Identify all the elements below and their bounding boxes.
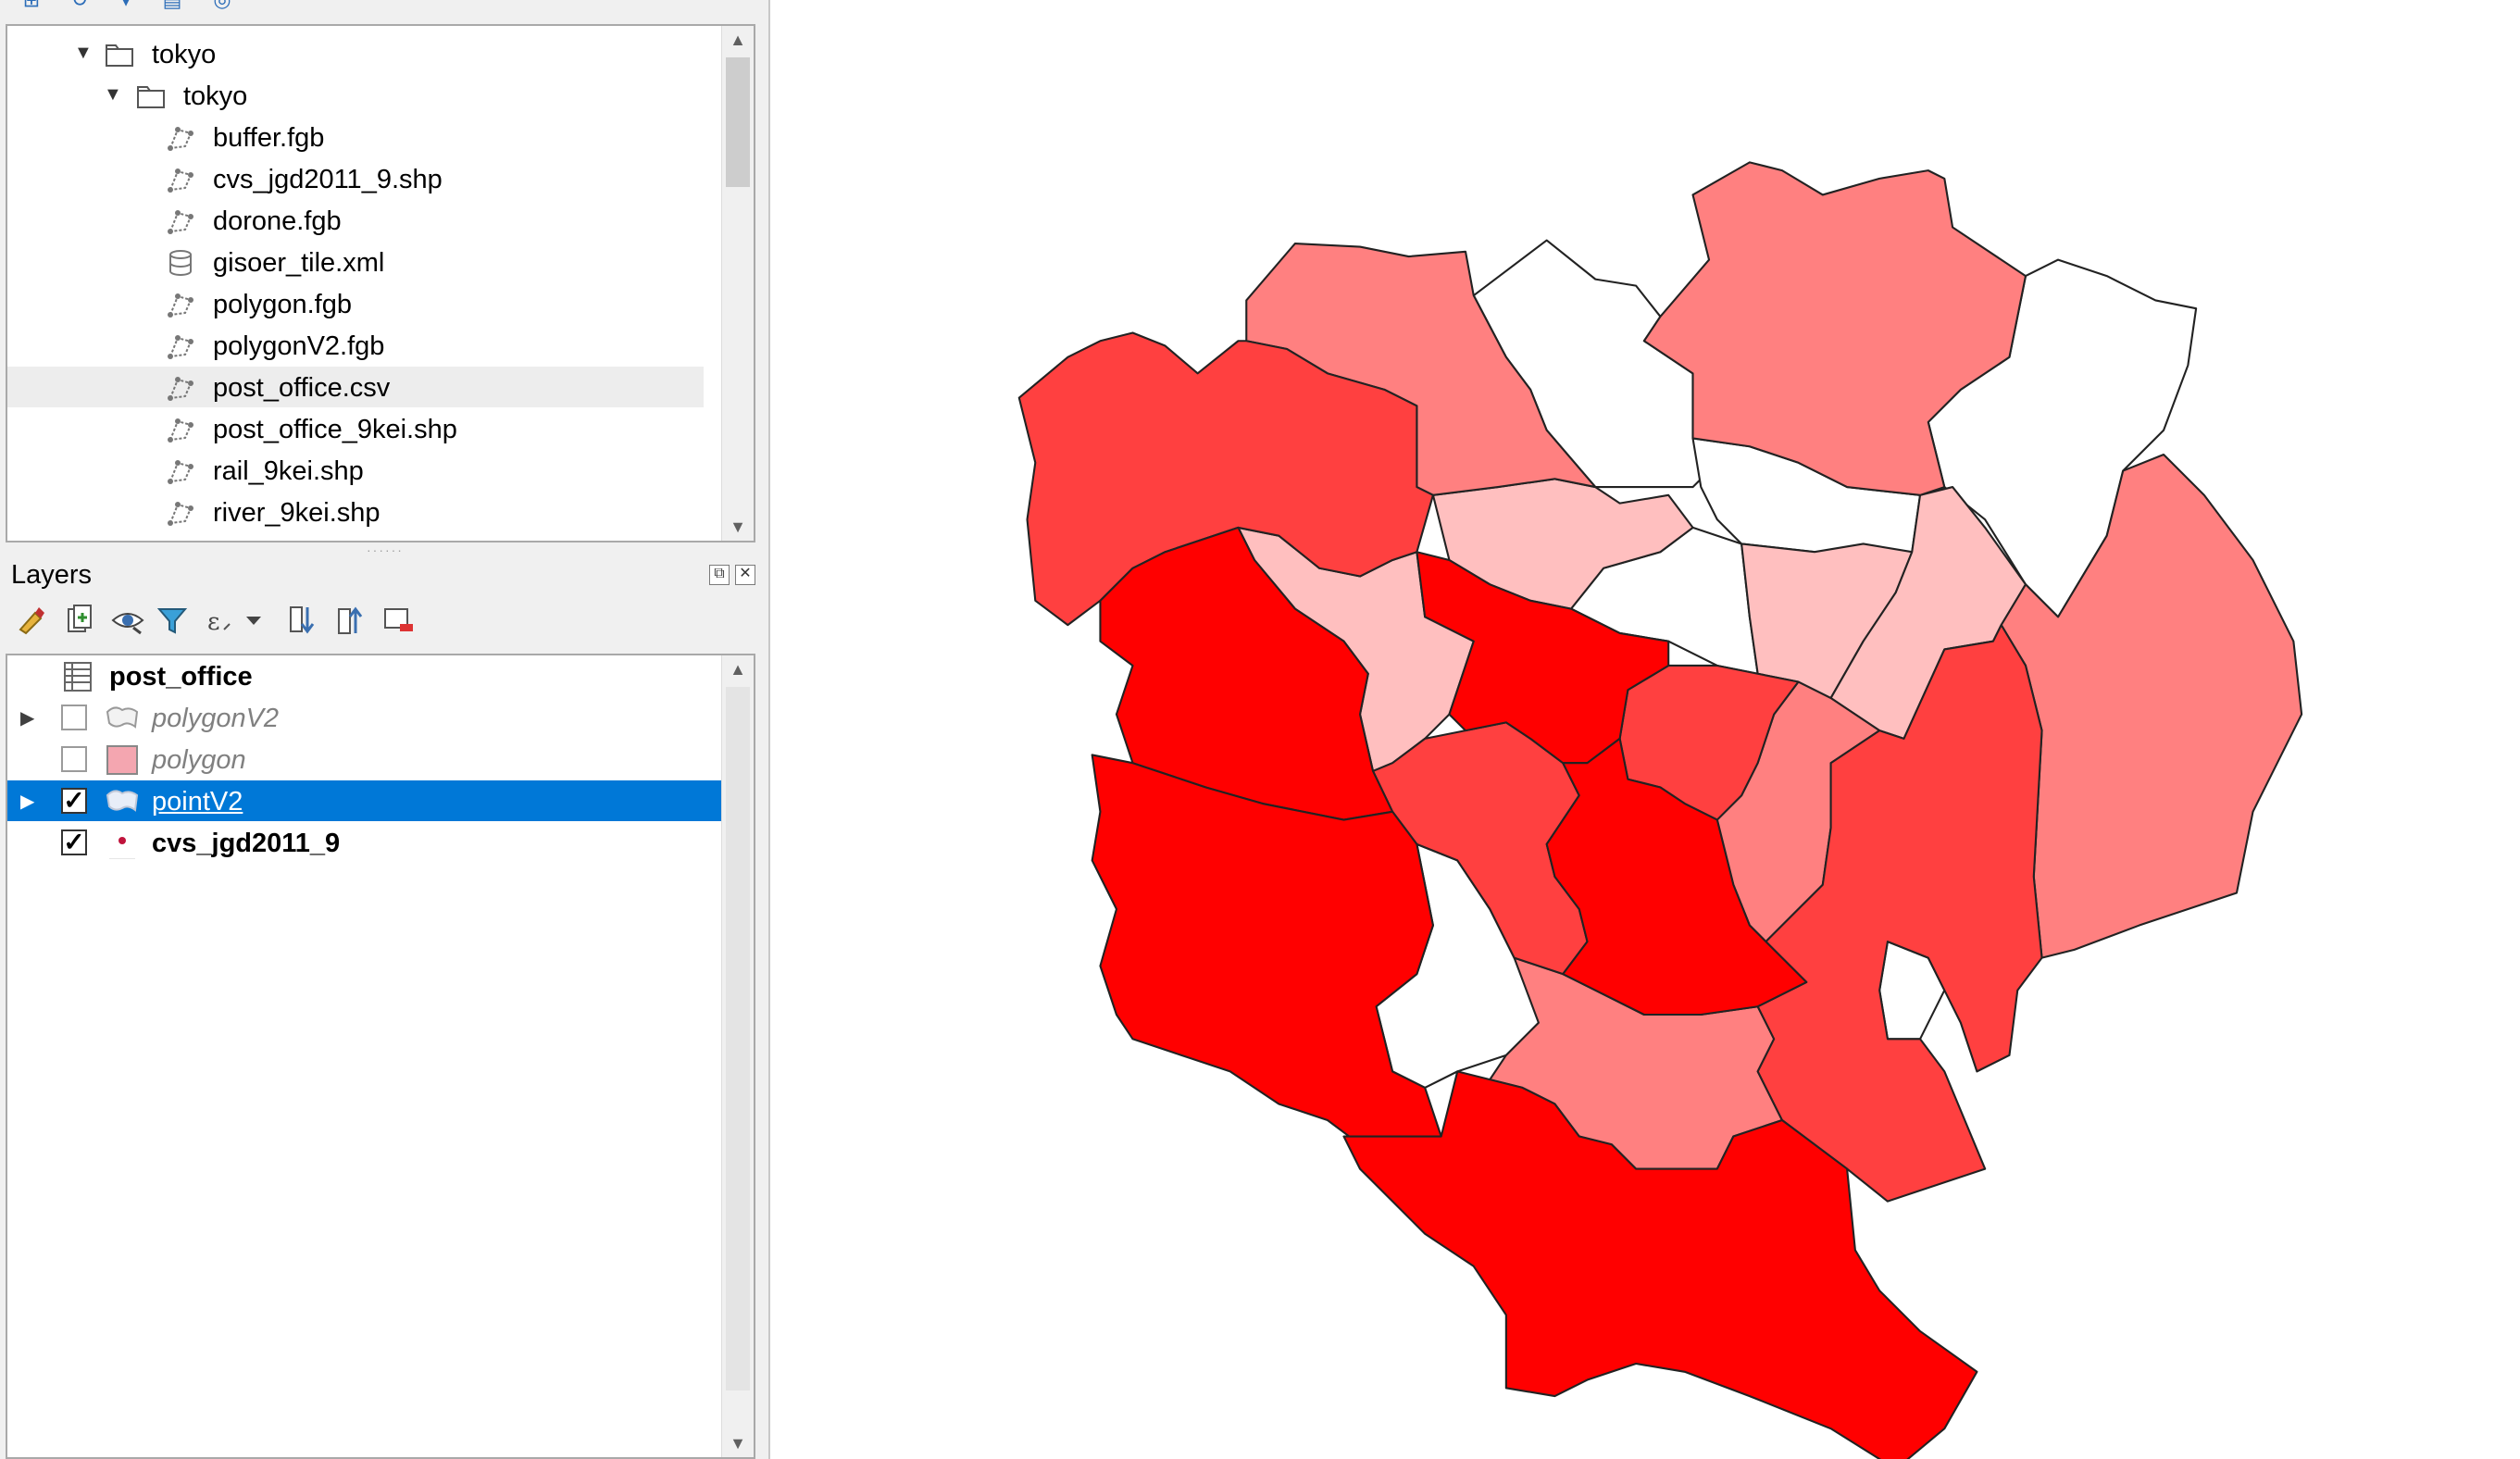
polygon-icon — [106, 706, 139, 729]
splitter-handle[interactable]: ······ — [367, 542, 404, 557]
tree-item-file[interactable]: rail_9kei.shp — [7, 450, 704, 491]
tree-item-file[interactable]: post_office_9kei.shp — [7, 408, 704, 449]
layers-tree[interactable]: post_office ▶ polygonV2 polygon ▶ ✓ poin… — [6, 654, 755, 1459]
refresh-icon[interactable]: ↻ — [69, 0, 91, 11]
database-icon — [169, 250, 192, 276]
tree-item-folder-tokyo[interactable]: ▼ tokyo — [7, 33, 704, 74]
float-panel-icon[interactable]: ⧉ — [709, 565, 730, 585]
folder-icon — [106, 44, 133, 67]
tree-item-label: polygon.fgb — [213, 290, 352, 319]
tree-item-label: post_office.csv — [213, 373, 391, 403]
vector-layer-icon — [168, 502, 193, 526]
collapse-all-icon[interactable] — [331, 602, 368, 639]
layer-name: cvs_jgd2011_9 — [152, 829, 341, 858]
svg-text:ε: ε — [207, 608, 219, 636]
tree-item-file[interactable]: cvs_jgd2011_9.shp — [7, 158, 704, 199]
tree-item-label: polygonV2.fgb — [213, 331, 385, 361]
tree-item-file[interactable]: dorone.fgb — [7, 200, 704, 241]
add-selected-layers-icon[interactable]: ⊞ — [20, 0, 43, 11]
filter-expression-icon[interactable]: ε — [202, 602, 239, 639]
vector-layer-icon — [168, 127, 193, 151]
tree-item-label: rail_9kei.shp — [213, 456, 364, 486]
choropleth-map[interactable] — [770, 0, 2520, 1459]
tree-item-file[interactable]: polygon.fgb — [7, 283, 704, 324]
vector-layer-icon — [168, 293, 193, 318]
vector-layer-icon — [168, 377, 193, 401]
style-manager-icon[interactable] — [13, 602, 50, 639]
tree-item-label: tokyo — [152, 40, 217, 69]
layer-name: pointV2 — [152, 787, 243, 817]
add-group-icon[interactable] — [61, 602, 98, 639]
scroll-down-icon[interactable]: ▼ — [722, 1429, 754, 1457]
browser-scrollbar[interactable]: ▲ ▼ — [721, 26, 754, 541]
folder-icon — [137, 86, 165, 108]
tree-item-label: tokyo — [183, 81, 248, 111]
polygon-icon — [106, 790, 139, 812]
tree-item-file[interactable]: polygonV2.fgb — [7, 325, 704, 366]
layer-visibility-checkbox[interactable]: ✓ — [61, 788, 87, 814]
scroll-thumb[interactable] — [726, 687, 750, 1390]
expand-arrow-icon[interactable]: ▶ — [20, 706, 34, 730]
layers-toolbar: ε — [13, 602, 420, 642]
tree-item-label: post_office_9kei.shp — [213, 415, 457, 444]
properties-icon[interactable]: ◎ — [211, 0, 233, 11]
left-panel: ⊞ ↻ ▾ ▤ ◎ ▼ tokyo ▼ tokyo buffer.fgb cvs… — [0, 0, 770, 1459]
point-symbol — [109, 837, 135, 859]
layer-row-cvs-jgd2011-9[interactable]: ✓ cvs_jgd2011_9 — [7, 822, 730, 863]
vector-layer-icon — [168, 210, 193, 234]
browser-toolbar: ⊞ ↻ ▾ ▤ ◎ — [0, 0, 768, 22]
layers-panel-title: Layers — [11, 560, 93, 590]
ward-polygon[interactable] — [1091, 754, 1442, 1146]
layer-name: polygonV2 — [152, 704, 280, 733]
close-panel-icon[interactable]: ✕ — [735, 565, 755, 585]
tree-item-file-highlighted[interactable]: post_office.csv — [7, 367, 704, 407]
dropdown-arrow-icon[interactable] — [235, 602, 272, 639]
filter-legend-icon[interactable] — [154, 602, 191, 639]
collapse-arrow-icon[interactable]: ▼ — [104, 84, 122, 106]
layers-scrollbar[interactable]: ▲ ▼ — [721, 655, 754, 1457]
scroll-down-icon[interactable]: ▼ — [722, 513, 754, 541]
layer-name: polygon — [152, 745, 246, 775]
scroll-up-icon[interactable]: ▲ — [722, 655, 754, 683]
tree-item-file[interactable]: river_9kei.shp — [7, 492, 704, 532]
tree-item-label: river_9kei.shp — [213, 498, 380, 528]
tree-item-label: cvs_jgd2011_9.shp — [213, 165, 443, 194]
layer-visibility-checkbox[interactable]: ✓ — [61, 829, 87, 855]
pink-fill-symbol — [106, 745, 138, 775]
vector-layer-icon — [168, 168, 193, 193]
layer-visibility-checkbox[interactable] — [61, 746, 87, 772]
tree-item-file[interactable]: buffer.fgb — [7, 117, 704, 157]
tree-item-file[interactable]: gisoer_tile.xml — [7, 242, 704, 282]
expand-all-icon[interactable] — [283, 602, 320, 639]
layer-row-post-office[interactable]: post_office — [7, 655, 730, 696]
scroll-up-icon[interactable]: ▲ — [722, 26, 754, 54]
filter-browser-icon[interactable]: ▾ — [115, 0, 137, 11]
remove-layer-icon[interactable] — [380, 602, 417, 639]
vector-layer-icon — [168, 418, 193, 443]
layer-row-polygonV2[interactable]: ▶ polygonV2 — [7, 697, 730, 738]
vector-layer-icon — [168, 335, 193, 359]
scroll-thumb[interactable] — [726, 57, 750, 187]
layer-visibility-checkbox[interactable] — [61, 705, 87, 730]
expand-arrow-icon[interactable]: ▶ — [20, 790, 34, 813]
tree-item-label: buffer.fgb — [213, 123, 325, 153]
tree-item-subfolder-tokyo[interactable]: ▼ tokyo — [7, 75, 704, 116]
layer-row-polygon[interactable]: polygon — [7, 739, 730, 779]
layer-name: post_office — [109, 662, 253, 692]
browser-tree[interactable]: ▼ tokyo ▼ tokyo buffer.fgb cvs_jgd2011_9… — [6, 24, 755, 542]
manage-visibility-icon[interactable] — [109, 602, 146, 639]
map-canvas[interactable] — [770, 0, 2520, 1459]
tree-item-label: gisoer_tile.xml — [213, 248, 385, 278]
table-icon — [64, 662, 92, 692]
layer-row-pointV2[interactable]: ▶ ✓ pointV2 — [7, 780, 730, 821]
vector-layer-icon — [168, 460, 193, 484]
collapse-arrow-icon[interactable]: ▼ — [74, 43, 93, 64]
collapse-all-icon[interactable]: ▤ — [161, 0, 183, 11]
tree-item-label: dorone.fgb — [213, 206, 342, 236]
